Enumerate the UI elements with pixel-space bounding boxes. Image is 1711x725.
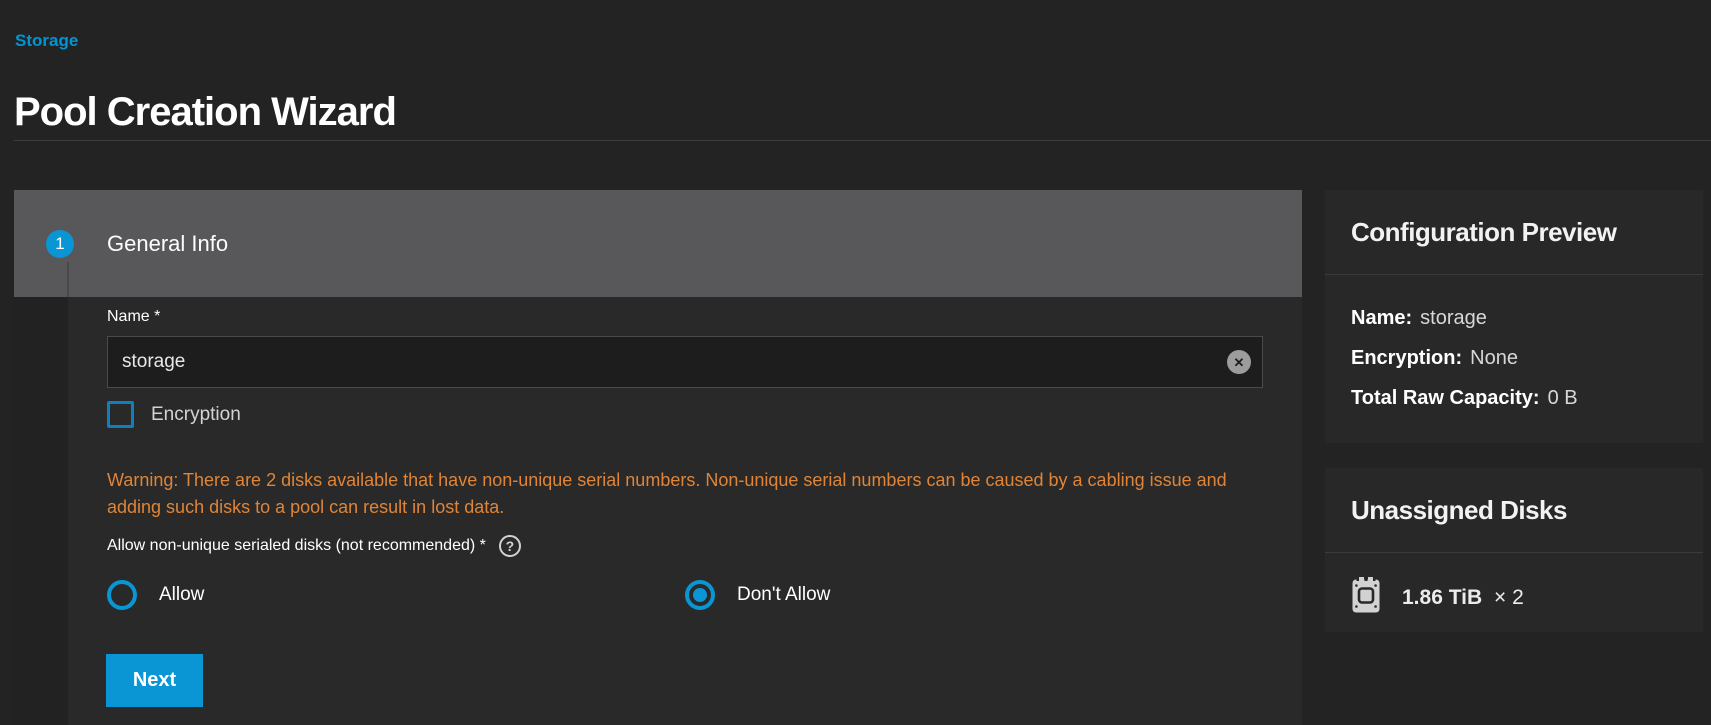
disk-size: 1.86 TiB: [1402, 586, 1482, 609]
clear-input-icon[interactable]: ✕: [1227, 350, 1251, 374]
stepper-connector-line: [67, 262, 69, 297]
wizard-step-content: Name * ✕ Encryption Warning: There are 2…: [14, 297, 1302, 725]
step-title: General Info: [107, 231, 228, 257]
step-header-general-info[interactable]: 1 General Info: [14, 190, 1302, 297]
radio-circle-dont-allow[interactable]: [685, 580, 715, 610]
unassigned-disks-divider: [1325, 552, 1703, 553]
preview-capacity-value: 0 B: [1548, 387, 1578, 410]
preview-row-encryption: Encryption: None: [1351, 338, 1693, 378]
configuration-preview-divider: [1325, 274, 1703, 275]
breadcrumb-storage-link[interactable]: Storage: [15, 31, 78, 51]
pool-creation-wizard-page: Storage Pool Creation Wizard 1 General I…: [0, 0, 1711, 725]
page-title: Pool Creation Wizard: [14, 90, 396, 135]
help-icon[interactable]: ?: [499, 535, 521, 557]
radio-option-dont-allow[interactable]: Don't Allow: [685, 580, 1263, 610]
name-field-label: Name *: [107, 308, 160, 326]
configuration-preview-rows: Name: storage Encryption: None Total Raw…: [1351, 298, 1693, 418]
name-input[interactable]: [107, 336, 1263, 388]
preview-encryption-value: None: [1470, 347, 1518, 370]
encryption-checkbox-row[interactable]: Encryption: [107, 401, 241, 428]
wizard-panel: 1 General Info Name * ✕ Encryption Warni…: [14, 190, 1302, 725]
unassigned-disks-title: Unassigned Disks: [1351, 495, 1567, 526]
encryption-checkbox-label: Encryption: [151, 404, 241, 426]
name-input-wrapper: ✕: [107, 336, 1263, 388]
preview-capacity-label: Total Raw Capacity:: [1351, 387, 1540, 410]
radio-option-allow[interactable]: Allow: [107, 580, 685, 610]
allow-disks-field-label: Allow non-unique serialed disks (not rec…: [107, 537, 486, 555]
configuration-preview-title: Configuration Preview: [1351, 217, 1616, 248]
preview-name-label: Name:: [1351, 307, 1412, 330]
radio-label-allow: Allow: [159, 584, 204, 606]
unassigned-disk-size-text: 1.86 TiB × 2: [1402, 586, 1524, 610]
stepper-left-gutter: [14, 297, 68, 725]
encryption-checkbox[interactable]: [107, 401, 134, 428]
non-unique-serial-warning: Warning: There are 2 disks available tha…: [107, 467, 1257, 521]
step-number-badge: 1: [46, 230, 74, 258]
header-divider: [14, 140, 1711, 141]
configuration-preview-card: Configuration Preview Name: storage Encr…: [1325, 190, 1703, 443]
preview-name-value: storage: [1420, 307, 1487, 330]
unassigned-disk-row: 1.86 TiB × 2: [1351, 576, 1524, 619]
ssd-disk-icon: [1351, 576, 1381, 619]
radio-circle-allow[interactable]: [107, 580, 137, 610]
unassigned-disks-card: Unassigned Disks 1.86: [1325, 468, 1703, 632]
next-button[interactable]: Next: [106, 654, 203, 707]
disk-count: × 2: [1494, 586, 1524, 609]
allow-disks-label-row: Allow non-unique serialed disks (not rec…: [107, 535, 521, 557]
radio-label-dont-allow: Don't Allow: [737, 584, 830, 606]
preview-row-name: Name: storage: [1351, 298, 1693, 338]
preview-encryption-label: Encryption:: [1351, 347, 1462, 370]
preview-row-total-raw-capacity: Total Raw Capacity: 0 B: [1351, 378, 1693, 418]
allow-disks-radio-group: Allow Don't Allow: [107, 580, 1263, 610]
